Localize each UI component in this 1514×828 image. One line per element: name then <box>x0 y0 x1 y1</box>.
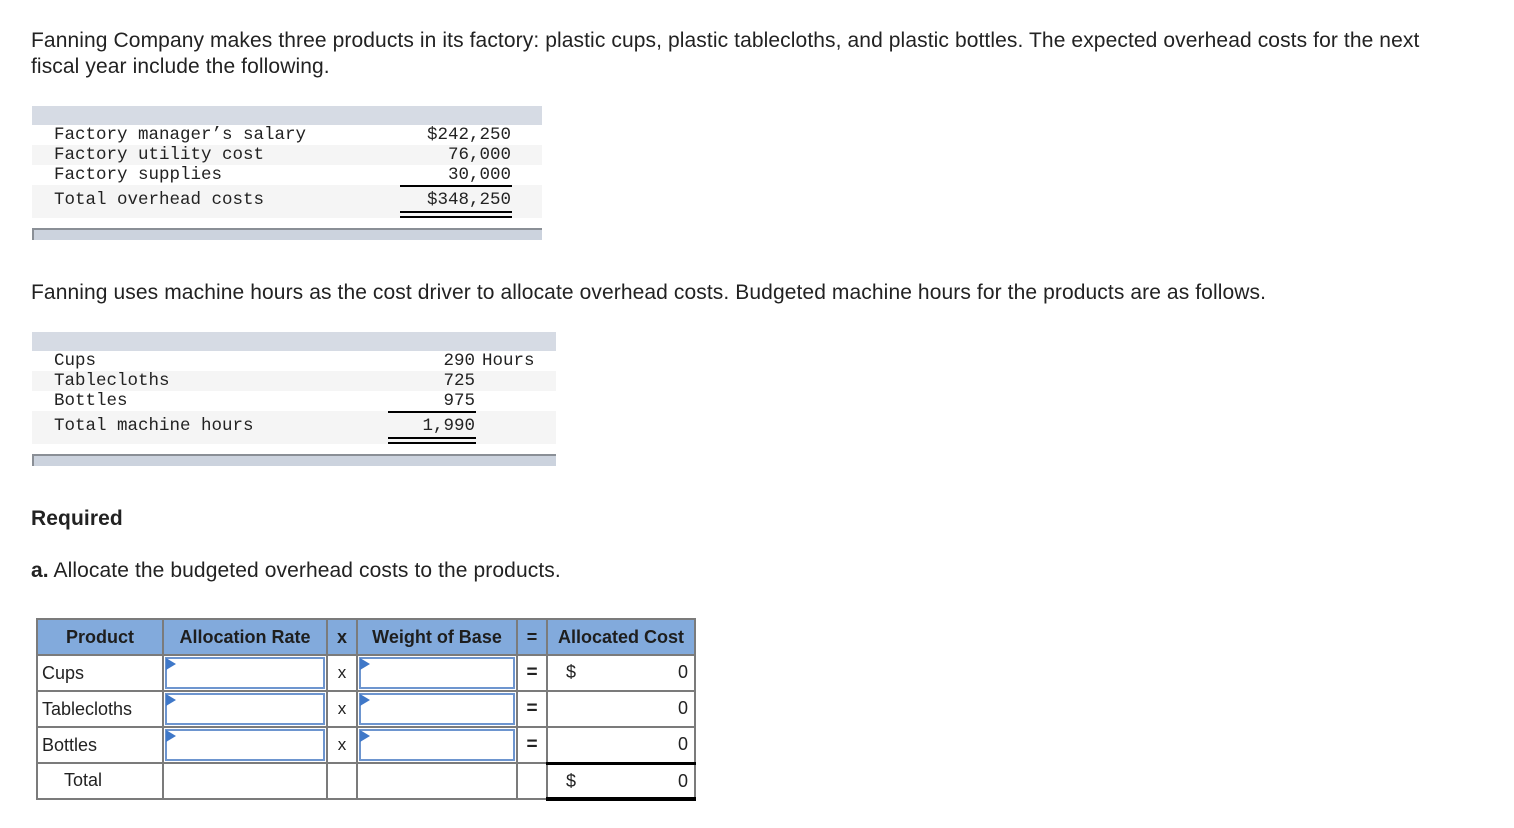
total-double-rule <box>388 437 476 444</box>
header-allocation-rate: Allocation Rate <box>162 618 328 656</box>
overhead-costs-table: Factory manager’s salary $242,250 Factor… <box>32 106 542 240</box>
cost-driver-paragraph: Fanning uses machine hours as the cost d… <box>31 281 1267 304</box>
table-row: Tablecloths 725 <box>32 371 556 391</box>
allocated-cost-total-value: 0 <box>677 770 688 791</box>
weight-of-base-cell <box>356 690 518 728</box>
total-label: Total overhead costs <box>54 190 265 210</box>
total-label: Total <box>36 762 164 800</box>
row-label: Bottles <box>54 391 128 411</box>
weight-of-base-cell <box>356 726 518 764</box>
row-label: Factory supplies <box>54 165 223 185</box>
total-row: Total machine hours 1,990 <box>32 411 556 444</box>
row-label: Cups <box>54 351 97 371</box>
part-a-text: Allocate the budgeted overhead costs to … <box>53 559 561 582</box>
allocation-rate-cell <box>162 726 328 764</box>
dollar-sign: $ <box>566 662 577 682</box>
allocation-rate-cell <box>162 654 328 692</box>
row-value: 290 <box>443 351 475 371</box>
empty-cell <box>516 762 548 800</box>
allocation-worksheet: Product Allocation Rate x Weight of Base… <box>36 618 696 801</box>
total-label: Total machine hours <box>54 416 254 436</box>
empty-cell <box>326 762 358 800</box>
equals-operator: = <box>516 726 548 764</box>
header-weight-of-base: Weight of Base <box>356 618 518 656</box>
weight-of-base-cell <box>356 654 518 692</box>
allocation-rate-input-cups[interactable] <box>165 657 325 689</box>
times-operator: x <box>326 654 358 692</box>
worksheet-total-row: Total $ 0 <box>36 761 696 801</box>
worksheet-header-row: Product Allocation Rate x Weight of Base… <box>36 618 696 656</box>
allocated-cost-value: 0 <box>677 662 688 682</box>
header-times: x <box>326 618 358 656</box>
header-allocated-cost: Allocated Cost <box>546 618 696 656</box>
allocated-cost-total: $ 0 <box>546 761 696 801</box>
dollar-sign: $ <box>566 770 577 791</box>
product-name: Bottles <box>36 726 164 764</box>
equals-operator: = <box>516 690 548 728</box>
row-value: 975 <box>443 391 475 411</box>
worksheet-row-cups: Cups x = $ 0 <box>36 654 696 692</box>
row-label: Tablecloths <box>54 371 170 391</box>
row-value: 725 <box>443 371 475 391</box>
times-operator: x <box>326 726 358 764</box>
machine-hours-table: Cups 290 Hours Tablecloths 725 Bottles 9… <box>32 332 556 466</box>
header-equals: = <box>516 618 548 656</box>
equals-operator: = <box>516 654 548 692</box>
table-footer-bar <box>32 454 556 466</box>
table-row: Factory manager’s salary $242,250 <box>32 125 542 145</box>
weight-of-base-input-tablecloths[interactable] <box>359 693 515 725</box>
header-product: Product <box>36 618 164 656</box>
allocation-rate-cell <box>162 690 328 728</box>
product-name: Tablecloths <box>36 690 164 728</box>
allocation-rate-input-bottles[interactable] <box>165 729 325 761</box>
weight-of-base-input-bottles[interactable] <box>359 729 515 761</box>
allocated-cost-tablecloths: 0 <box>546 690 696 728</box>
allocated-cost-value: 0 <box>677 734 688 754</box>
required-heading: Required <box>31 507 123 530</box>
empty-cell <box>356 762 518 800</box>
table-footer-bar <box>32 228 542 240</box>
row-value: 30,000 <box>447 165 511 185</box>
weight-of-base-input-cups[interactable] <box>359 657 515 689</box>
row-value: $242,250 <box>426 125 511 145</box>
row-label: Factory manager’s salary <box>54 125 307 145</box>
intro-paragraph: Fanning Company makes three products in … <box>31 29 1420 78</box>
empty-cell <box>162 762 328 800</box>
table-header-bar <box>32 106 542 125</box>
table-header-bar <box>32 332 556 351</box>
unit-label: Hours <box>482 351 535 371</box>
row-label: Factory utility cost <box>54 145 265 165</box>
part-a-label: a. <box>31 559 49 582</box>
table-row: Factory supplies 30,000 <box>32 165 542 185</box>
total-double-rule <box>400 211 512 218</box>
part-a-instruction: a. Allocate the budgeted overhead costs … <box>31 558 561 584</box>
worksheet-row-tablecloths: Tablecloths x = 0 <box>36 690 696 728</box>
table-row: Cups 290 Hours <box>32 351 556 371</box>
table-row: Bottles 975 <box>32 391 556 411</box>
total-row: Total overhead costs $348,250 <box>32 185 542 218</box>
allocated-cost-cups: $ 0 <box>546 654 696 692</box>
table-row: Factory utility cost 76,000 <box>32 145 542 165</box>
worksheet-row-bottles: Bottles x = 0 <box>36 726 696 764</box>
times-operator: x <box>326 690 358 728</box>
allocated-cost-value: 0 <box>677 698 688 718</box>
allocated-cost-bottles: 0 <box>546 726 696 764</box>
allocation-rate-input-tablecloths[interactable] <box>165 693 325 725</box>
product-name: Cups <box>36 654 164 692</box>
row-value: 76,000 <box>447 145 511 165</box>
